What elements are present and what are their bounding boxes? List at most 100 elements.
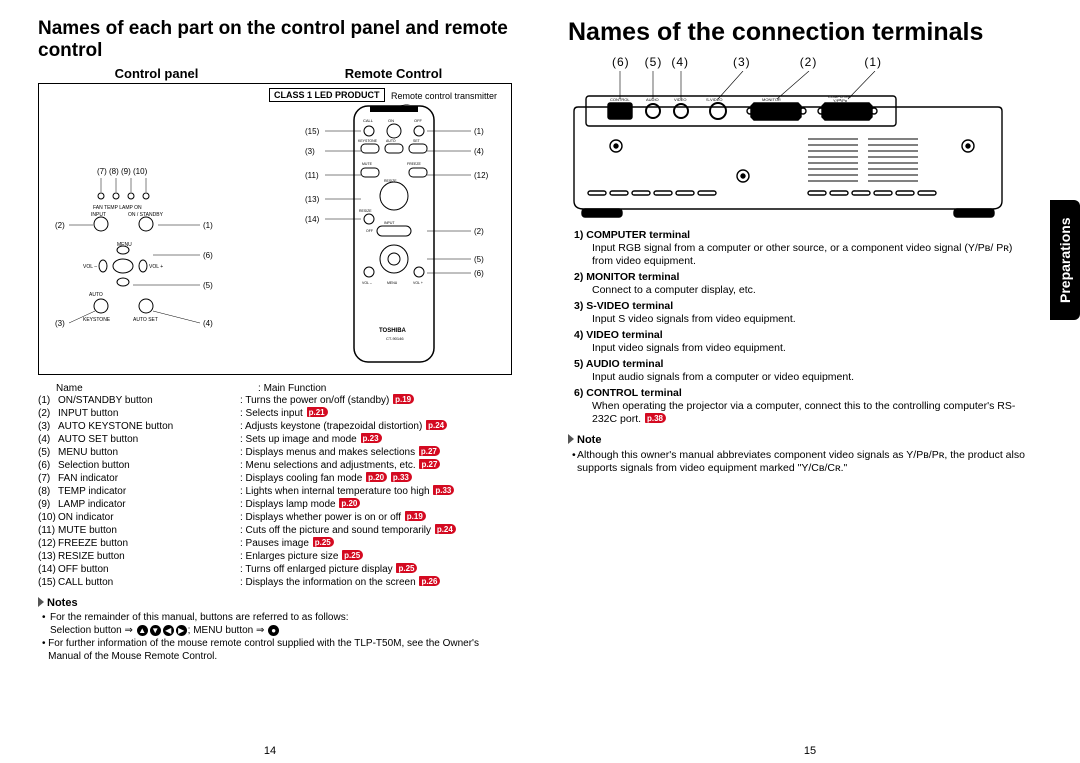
svg-text:TOSHIBA: TOSHIBA: [379, 328, 407, 334]
svg-text:FAN TEMP LAMP ON: FAN TEMP LAMP ON: [93, 205, 142, 211]
left-arrow-icon: ◀: [163, 625, 174, 636]
svg-text:S-VIDEO: S-VIDEO: [706, 97, 722, 102]
svg-text:MENU: MENU: [387, 281, 398, 285]
svg-text:CONTROL: CONTROL: [610, 97, 630, 102]
svg-text:(4): (4): [474, 147, 484, 156]
svg-text:ON / STANDBY: ON / STANDBY: [128, 212, 164, 218]
header-name: Name: [38, 383, 258, 394]
page-number-right: 15: [540, 745, 1080, 757]
svg-text:(5): (5): [203, 281, 213, 290]
note-1-sub: Selection button ⇒ ▲▼◀▶; MENU button ⇒ ●: [42, 624, 512, 637]
svg-text:(4): (4): [203, 319, 213, 328]
table-row: (12)FREEZE button: Pauses image p.25: [38, 537, 512, 550]
svg-text:CALL: CALL: [363, 118, 374, 123]
terminal-definitions: 1) COMPUTER terminalInput RGB signal fro…: [568, 229, 1030, 426]
table-row: (9)LAMP indicator: Displays lamp mode p.…: [38, 498, 512, 511]
right-note-block: Note •Although this owner's manual abbre…: [568, 434, 1030, 475]
svg-text:OFF: OFF: [366, 229, 373, 233]
terminal-description: Input RGB signal from a computer or othe…: [574, 242, 1030, 268]
table-row: (6)Selection button: Menu selections and…: [38, 459, 512, 472]
page-left: Names of each part on the control panel …: [0, 0, 540, 763]
svg-text:RESIZE: RESIZE: [384, 179, 397, 183]
svg-text:AUTO SET: AUTO SET: [133, 317, 158, 323]
notes-heading: Notes: [38, 597, 512, 609]
table-row: (3)AUTO KEYSTONE button: Adjusts keyston…: [38, 420, 512, 433]
svg-text:INPUT: INPUT: [91, 212, 106, 218]
svg-text:MUTE: MUTE: [362, 162, 373, 166]
svg-text:(15): (15): [305, 127, 320, 136]
terminal-callout: (2): [800, 55, 818, 69]
table-row: (14)OFF button: Turns off enlarged pictu…: [38, 563, 512, 576]
header-func: : Main Function: [258, 383, 326, 394]
svg-text:AUDIO: AUDIO: [646, 97, 659, 102]
table-row: (7)FAN indicator: Displays cooling fan m…: [38, 472, 512, 485]
notes-list: •For the remainder of this manual, butto…: [38, 611, 512, 663]
triangle-icon: [568, 434, 574, 444]
svg-text:AUTO: AUTO: [89, 292, 103, 298]
svg-text:(6): (6): [203, 251, 213, 260]
svg-text:VOL +: VOL +: [149, 264, 163, 270]
terminal-description: When operating the projector via a compu…: [574, 400, 1030, 426]
right-note-text: Although this owner's manual abbreviates…: [577, 449, 1030, 475]
svg-text:FREEZE: FREEZE: [407, 162, 421, 166]
svg-text:(5): (5): [474, 255, 484, 264]
table-row: (2)INPUT button: Selects input p.21: [38, 407, 512, 420]
svg-text:(6): (6): [474, 269, 484, 278]
svg-text:CT-90146: CT-90146: [386, 336, 404, 341]
terminal-description: Connect to a computer display, etc.: [574, 284, 1030, 297]
svg-text:(1): (1): [474, 127, 484, 136]
svg-text:VOL –: VOL –: [362, 281, 372, 285]
table-row: (10)ON indicator: Displays whether power…: [38, 511, 512, 524]
side-tab-preparations: Preparations: [1050, 200, 1080, 320]
page-right: Names of the connection terminals (6) (5)…: [540, 0, 1080, 763]
terminal-callout: (6): [612, 55, 630, 69]
subhead-remote: Remote Control: [275, 66, 512, 81]
diagram-box: CLASS 1 LED PRODUCT Remote control trans…: [38, 83, 512, 375]
svg-text:(3): (3): [305, 147, 315, 156]
up-arrow-icon: ▲: [137, 625, 148, 636]
svg-text:SET: SET: [413, 139, 421, 143]
terminal-callouts: (6) (5) (4) (3) (2) (1): [568, 55, 1030, 69]
svg-text:(11): (11): [305, 171, 319, 180]
terminals-diagram: CONTROL AUDIO VIDEO S-VIDEO MONITOR COMP…: [568, 71, 1030, 219]
svg-text:(14): (14): [305, 215, 320, 224]
table-row: (5)MENU button: Displays menus and makes…: [38, 446, 512, 459]
table-row: (4)AUTO SET button: Sets up image and mo…: [38, 433, 512, 446]
terminal-callout: (5): [645, 55, 663, 69]
terminal-heading: 3) S-VIDEO terminal: [574, 300, 1030, 313]
terminal-heading: 2) MONITOR terminal: [574, 271, 1030, 284]
terminal-callout: (1): [864, 55, 882, 69]
svg-text:(2): (2): [474, 227, 484, 236]
terminal-description: Input video signals from video equipment…: [574, 342, 1030, 355]
svg-text:KEYSTONE: KEYSTONE: [83, 317, 111, 323]
class-1-led-product-label: CLASS 1 LED PRODUCT: [269, 88, 385, 102]
down-arrow-icon: ▼: [150, 625, 161, 636]
svg-text:RESIZE: RESIZE: [359, 209, 372, 213]
terminal-callout: (3): [733, 55, 751, 69]
terminal-description: Input audio signals from a computer or v…: [574, 371, 1030, 384]
subhead-control-panel: Control panel: [38, 66, 275, 81]
svg-text:MONITOR: MONITOR: [762, 97, 781, 102]
subhead-row: Control panel Remote Control: [38, 66, 512, 81]
svg-text:Y/Pᴮ/Pʀ: Y/Pᴮ/Pʀ: [833, 98, 848, 103]
table-row: (8)TEMP indicator: Lights when internal …: [38, 485, 512, 498]
right-page-title: Names of the connection terminals: [568, 18, 1030, 47]
right-note-heading: Note: [568, 434, 1030, 447]
remote-transmitter-label: Remote control transmitter: [391, 91, 497, 101]
svg-text:KEYSTONE: KEYSTONE: [358, 139, 378, 143]
terminal-heading: 1) COMPUTER terminal: [574, 229, 1030, 242]
left-page-title: Names of each part on the control panel …: [38, 18, 512, 62]
svg-text:(1): (1): [203, 221, 213, 230]
svg-text:AUTO: AUTO: [386, 139, 396, 143]
svg-text:ON: ON: [388, 118, 394, 123]
table-row: (13)RESIZE button: Enlarges picture size…: [38, 550, 512, 563]
remote-control-diagram: (15) (3) (11) (13) (14) (1) (4) (12) (2)…: [299, 104, 509, 372]
table-row: (15)CALL button: Displays the informatio…: [38, 576, 512, 589]
terminal-heading: 6) CONTROL terminal: [574, 387, 1030, 400]
note-2: For further information of the mouse rem…: [48, 637, 512, 663]
terminal-callout: (4): [671, 55, 689, 69]
table-row: (11)MUTE button: Cuts off the picture an…: [38, 524, 512, 537]
svg-text:(3): (3): [55, 319, 65, 328]
page-number-left: 14: [0, 745, 540, 757]
right-arrow-icon: ▶: [176, 625, 187, 636]
